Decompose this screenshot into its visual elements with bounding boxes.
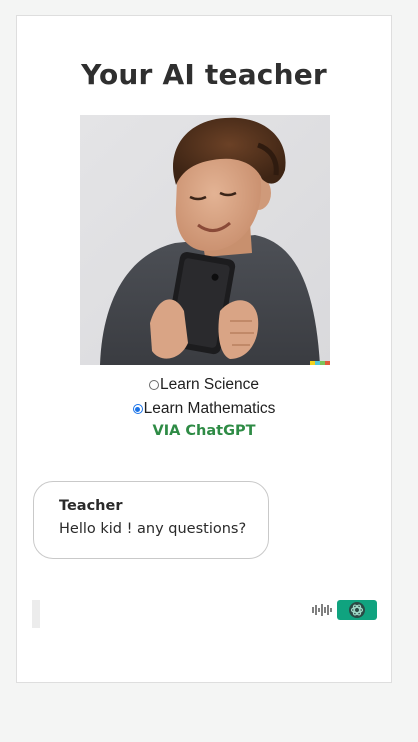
chat-message: Teacher Hello kid ! any questions?	[33, 481, 269, 559]
openai-logo-icon	[349, 602, 365, 618]
page-title: Your AI teacher	[81, 58, 327, 91]
send-button[interactable]	[337, 600, 377, 620]
waveform-icon[interactable]	[312, 602, 334, 621]
subject-options: Learn Science Learn Mathematics	[17, 373, 391, 421]
message-text: Hello kid ! any questions?	[59, 521, 247, 537]
message-sender: Teacher	[59, 498, 123, 514]
option-label-mathematics: Learn Mathematics	[143, 400, 276, 417]
boy-with-phone-image	[80, 115, 330, 365]
option-learn-science[interactable]: Learn Science	[17, 373, 391, 397]
app-card: Your AI teacher Learn Science Learn Math…	[16, 15, 392, 683]
option-learn-mathematics[interactable]: Learn Mathematics	[17, 397, 391, 421]
message-input[interactable]	[32, 600, 40, 628]
radio-mathematics[interactable]	[132, 404, 143, 414]
via-chatgpt-label: VIA ChatGPT	[152, 423, 256, 439]
option-label-science: Learn Science	[159, 376, 260, 393]
radio-science[interactable]	[148, 380, 159, 390]
